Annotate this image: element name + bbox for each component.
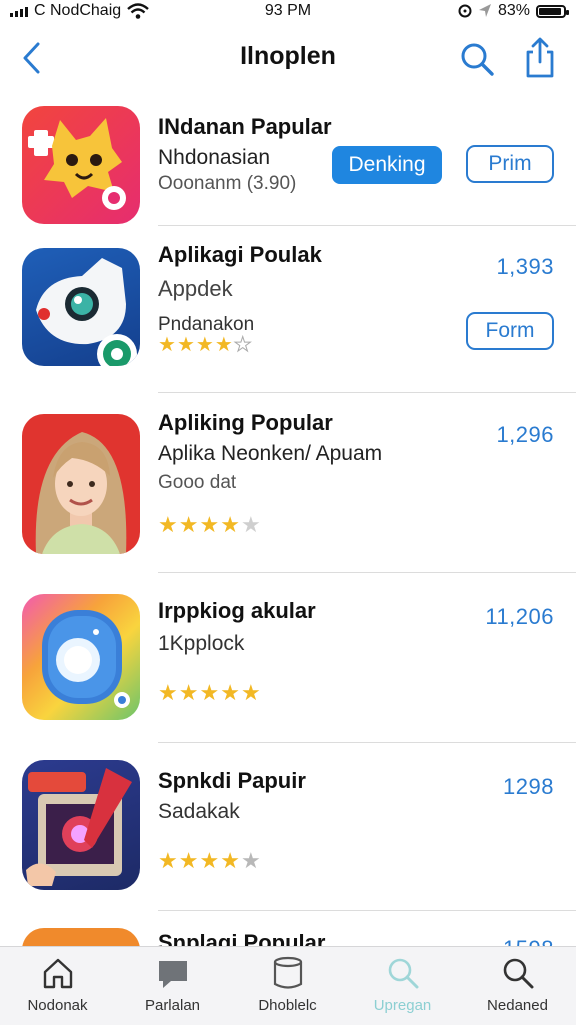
download-count: 1,296: [496, 422, 554, 447]
star-icon: ★: [199, 680, 221, 705]
app-meta: Ooonanm (3.90): [158, 173, 297, 194]
star-icon: ★: [240, 680, 262, 705]
list-item[interactable]: Apliking Popular Aplika Neonken/ Apuam G…: [0, 394, 576, 574]
star-icon: ★: [240, 512, 262, 537]
app-icon-card-game: [22, 760, 140, 890]
battery-icon: [536, 4, 569, 18]
search-icon: [503, 958, 534, 989]
card-game-icon: [26, 768, 132, 886]
star-icon: ★: [178, 680, 200, 705]
tab-label: Dhoblelc: [258, 997, 317, 1014]
tab-storage[interactable]: Dhoblelc: [230, 947, 345, 1025]
download-count: 1598: [503, 936, 554, 946]
app-name: Aplikagi Poulak: [158, 242, 322, 267]
app-subtitle: Nhdonasian: [158, 146, 271, 169]
divider: [158, 392, 576, 393]
chat-icon: [159, 961, 187, 988]
woman-avatar-icon: [35, 432, 127, 554]
star-rating: ★★★★★: [158, 332, 253, 357]
cylinder-icon: [273, 956, 303, 989]
app-subtitle: 1Kpplock: [158, 632, 245, 655]
home-icon: [43, 958, 73, 989]
app-name: INdanan Papular: [158, 114, 332, 139]
app-icon-partial: [22, 928, 140, 946]
tab-label: Upregan: [373, 997, 432, 1014]
get-button[interactable]: Prim: [466, 145, 554, 183]
status-right: 83%: [458, 2, 569, 20]
download-count: 11,206: [485, 604, 554, 629]
app-name: Snplagi Popular: [158, 930, 326, 946]
location-icon: [478, 4, 491, 17]
download-count: 1,393: [496, 254, 554, 279]
tab-search[interactable]: Nedaned: [460, 947, 575, 1025]
star-rating: ★★★★★: [158, 512, 262, 538]
navigation-bar: Ilnoplen: [0, 22, 576, 94]
star-icon: ★: [158, 680, 179, 705]
star-icon: ★: [199, 848, 221, 873]
tab-label: Parlalan: [144, 997, 201, 1014]
star-icon: ★: [158, 334, 177, 356]
list-item[interactable]: Irppkiog akular 1Kpplock ★★★★★ 11,206: [0, 574, 576, 744]
fox-mascot-icon: [28, 118, 126, 210]
get-button[interactable]: Form: [466, 312, 554, 350]
tab-bar: Nodonak Parlalan Dhoblelc Upregan Nedane…: [0, 946, 576, 1025]
download-button[interactable]: Denking: [332, 146, 442, 184]
list-item[interactable]: Snplagi Popular 1598: [0, 912, 576, 946]
status-bar: C NodChaig 93 PM 83%: [0, 0, 576, 22]
search-icon[interactable]: [458, 40, 496, 78]
star-icon: ★: [214, 334, 234, 356]
star-icon: ★: [220, 680, 241, 705]
star-rating: ★★★★★: [158, 848, 262, 874]
app-subtitle: Appdek: [158, 276, 233, 301]
app-subtitle: Aplika Neonken/ Apuam: [158, 442, 383, 465]
orb-icon: [42, 610, 130, 708]
star-icon: ★: [220, 848, 241, 873]
star-icon: ★: [233, 334, 253, 357]
battery-percent: 83%: [497, 2, 530, 19]
app-subtitle: Sadakak: [158, 800, 240, 823]
star-icon: ★: [240, 848, 262, 873]
download-count: 1298: [503, 774, 554, 799]
divider: [158, 742, 576, 743]
tab-label: Nodonak: [27, 997, 88, 1014]
star-icon: ★: [220, 512, 241, 537]
app-icon-orb: [22, 594, 140, 720]
star-icon: ★: [158, 512, 179, 537]
star-icon: ★: [178, 848, 200, 873]
app-name: Irppkiog akular: [158, 598, 316, 623]
list-item[interactable]: Spnkdi Papuir Sadakak ★★★★★ 1298: [0, 744, 576, 912]
star-icon: ★: [199, 512, 221, 537]
share-icon[interactable]: [520, 36, 560, 80]
eye-cat-icon: [36, 258, 137, 366]
app-icon-eye-cat: [22, 248, 140, 366]
alarm-icon: [458, 4, 472, 18]
tab-label: Nedaned: [487, 997, 548, 1014]
tab-home[interactable]: Nodonak: [0, 947, 115, 1025]
app-name: Apliking Popular: [158, 410, 333, 435]
star-icon: ★: [195, 334, 215, 356]
divider: [158, 910, 576, 911]
list-item[interactable]: INdanan Papular Nhdonasian Ooonanm (3.90…: [0, 94, 576, 226]
app-name: Spnkdi Papuir: [158, 768, 306, 793]
star-icon: ★: [158, 848, 179, 873]
app-meta: Gooo dat: [158, 472, 237, 493]
divider: [158, 572, 576, 573]
tab-search-active[interactable]: Upregan: [345, 947, 460, 1025]
app-icon-fox: [22, 106, 140, 224]
tab-chat[interactable]: Parlalan: [115, 947, 230, 1025]
app-icon-avatar: [22, 414, 140, 554]
list-item[interactable]: Aplikagi Poulak Appdek Pndanakon ★★★★★ 1…: [0, 226, 576, 394]
star-icon: ★: [176, 334, 196, 356]
search-icon: [388, 958, 419, 989]
star-rating: ★★★★★: [158, 680, 262, 706]
star-icon: ★: [178, 512, 200, 537]
